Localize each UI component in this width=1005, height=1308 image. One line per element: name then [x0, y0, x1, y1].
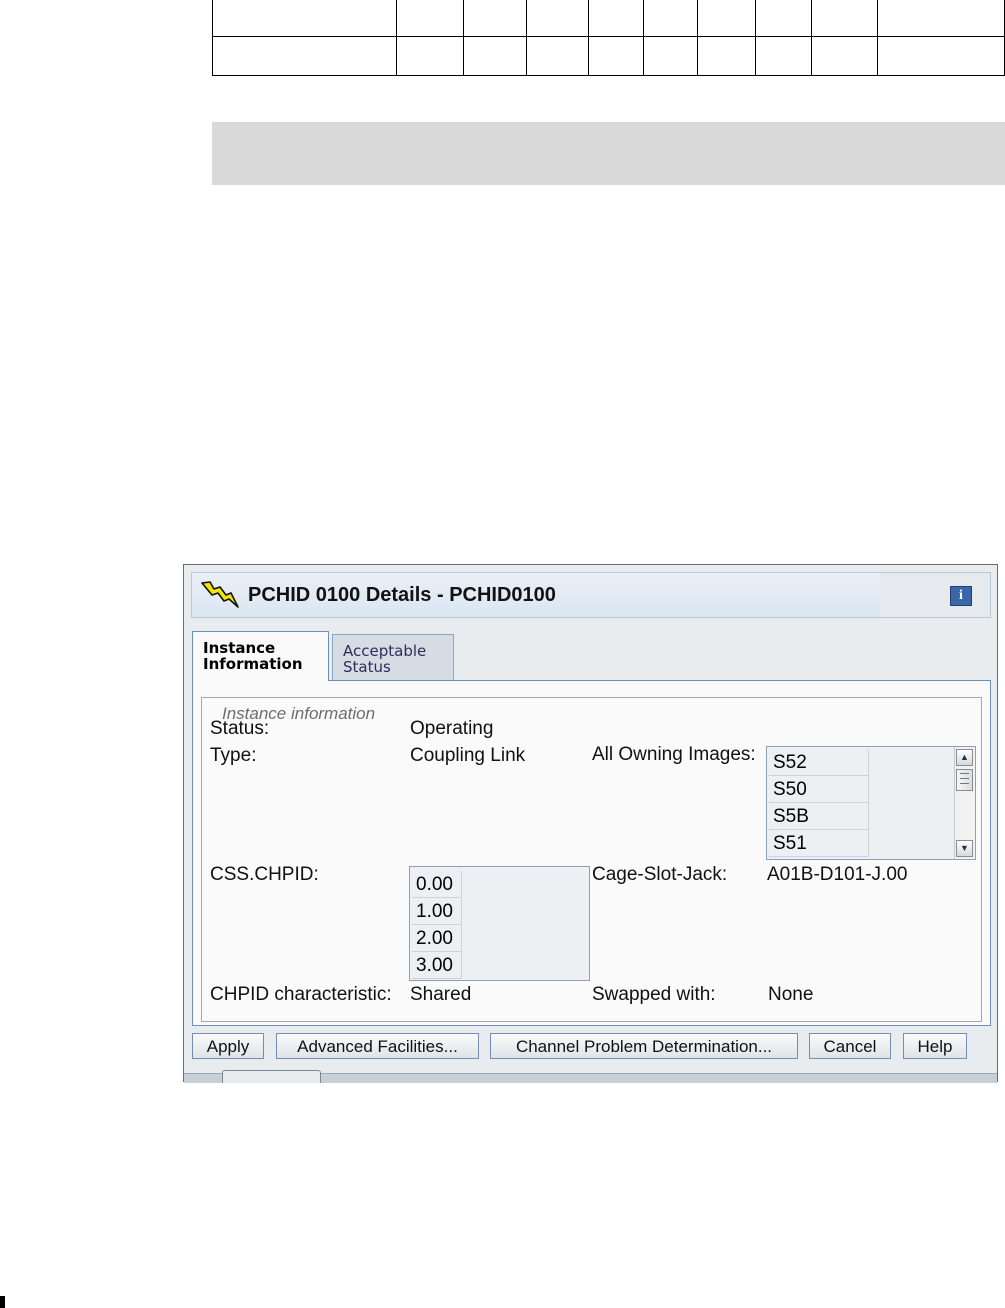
instance-information-group: Instance information Status: Operating T…	[201, 697, 982, 1022]
page-marker	[0, 1296, 5, 1308]
owning-images-label: All Owning Images:	[592, 744, 756, 765]
list-item[interactable]: 2.00	[412, 925, 462, 952]
dialog-title: PCHID 0100 Details - PCHID0100	[248, 584, 556, 606]
list-item[interactable]: S50	[769, 776, 869, 803]
cage-slot-jack-label: Cage-Slot-Jack:	[592, 864, 728, 885]
owning-images-scrollbar[interactable]: ▲ ▼	[954, 747, 975, 859]
apply-button[interactable]: Apply	[192, 1033, 264, 1059]
swapped-with-label: Swapped with:	[592, 984, 716, 1005]
tab-acceptable-status[interactable]: Acceptable Status	[332, 634, 454, 680]
info-icon[interactable]: i	[950, 586, 972, 606]
list-item[interactable]: S51	[769, 830, 869, 857]
css-chpid-label: CSS.CHPID:	[210, 864, 319, 885]
table-row	[212, 0, 1005, 37]
advanced-facilities-button[interactable]: Advanced Facilities...	[276, 1033, 479, 1059]
shaded-band	[212, 122, 1005, 185]
status-value: Operating	[410, 718, 494, 739]
tab-label-line1: Instance	[203, 639, 276, 657]
list-item[interactable]: 1.00	[412, 898, 462, 925]
tab-label-line1: Acceptable	[343, 642, 427, 660]
list-item[interactable]: 0.00	[412, 871, 462, 898]
owning-images-list[interactable]: S52 S50 S5B S51 ▲ ▼	[766, 746, 976, 860]
table-row	[212, 36, 1005, 76]
type-label: Type:	[210, 745, 257, 766]
list-item[interactable]: S52	[769, 749, 869, 776]
tab-label-line2: Information	[203, 655, 303, 673]
tab-panel: Instance information Status: Operating T…	[192, 680, 991, 1026]
list-item[interactable]: 3.00	[412, 952, 462, 979]
help-button[interactable]: Help	[903, 1033, 967, 1059]
channel-problem-determination-button[interactable]: Channel Problem Determination...	[490, 1033, 798, 1059]
scroll-up-arrow-icon[interactable]: ▲	[956, 749, 973, 766]
cancel-button[interactable]: Cancel	[809, 1033, 891, 1059]
cage-slot-jack-value: A01B-D101-J.00	[767, 864, 908, 885]
scroll-thumb[interactable]	[956, 769, 973, 791]
chpid-characteristic-value: Shared	[410, 984, 472, 1005]
chpid-characteristic-label: CHPID characteristic:	[210, 984, 392, 1005]
type-value: Coupling Link	[410, 745, 526, 766]
title-bar: PCHID 0100 Details - PCHID0100 i	[191, 572, 991, 618]
empty-table	[212, 0, 1005, 76]
tab-label-line2: Status	[343, 658, 391, 676]
lightning-bolt-icon	[201, 581, 239, 608]
swapped-with-value: None	[768, 984, 814, 1005]
bottom-tab-stub	[222, 1070, 321, 1083]
scroll-down-arrow-icon[interactable]: ▼	[956, 840, 973, 857]
status-label: Status:	[210, 718, 270, 739]
pchid-details-dialog: PCHID 0100 Details - PCHID0100 i Instanc…	[183, 564, 998, 1083]
list-item[interactable]: S5B	[769, 803, 869, 830]
css-chpid-list[interactable]: 0.00 1.00 2.00 3.00	[409, 866, 590, 981]
tab-instance-information[interactable]: Instance Information	[192, 631, 329, 681]
